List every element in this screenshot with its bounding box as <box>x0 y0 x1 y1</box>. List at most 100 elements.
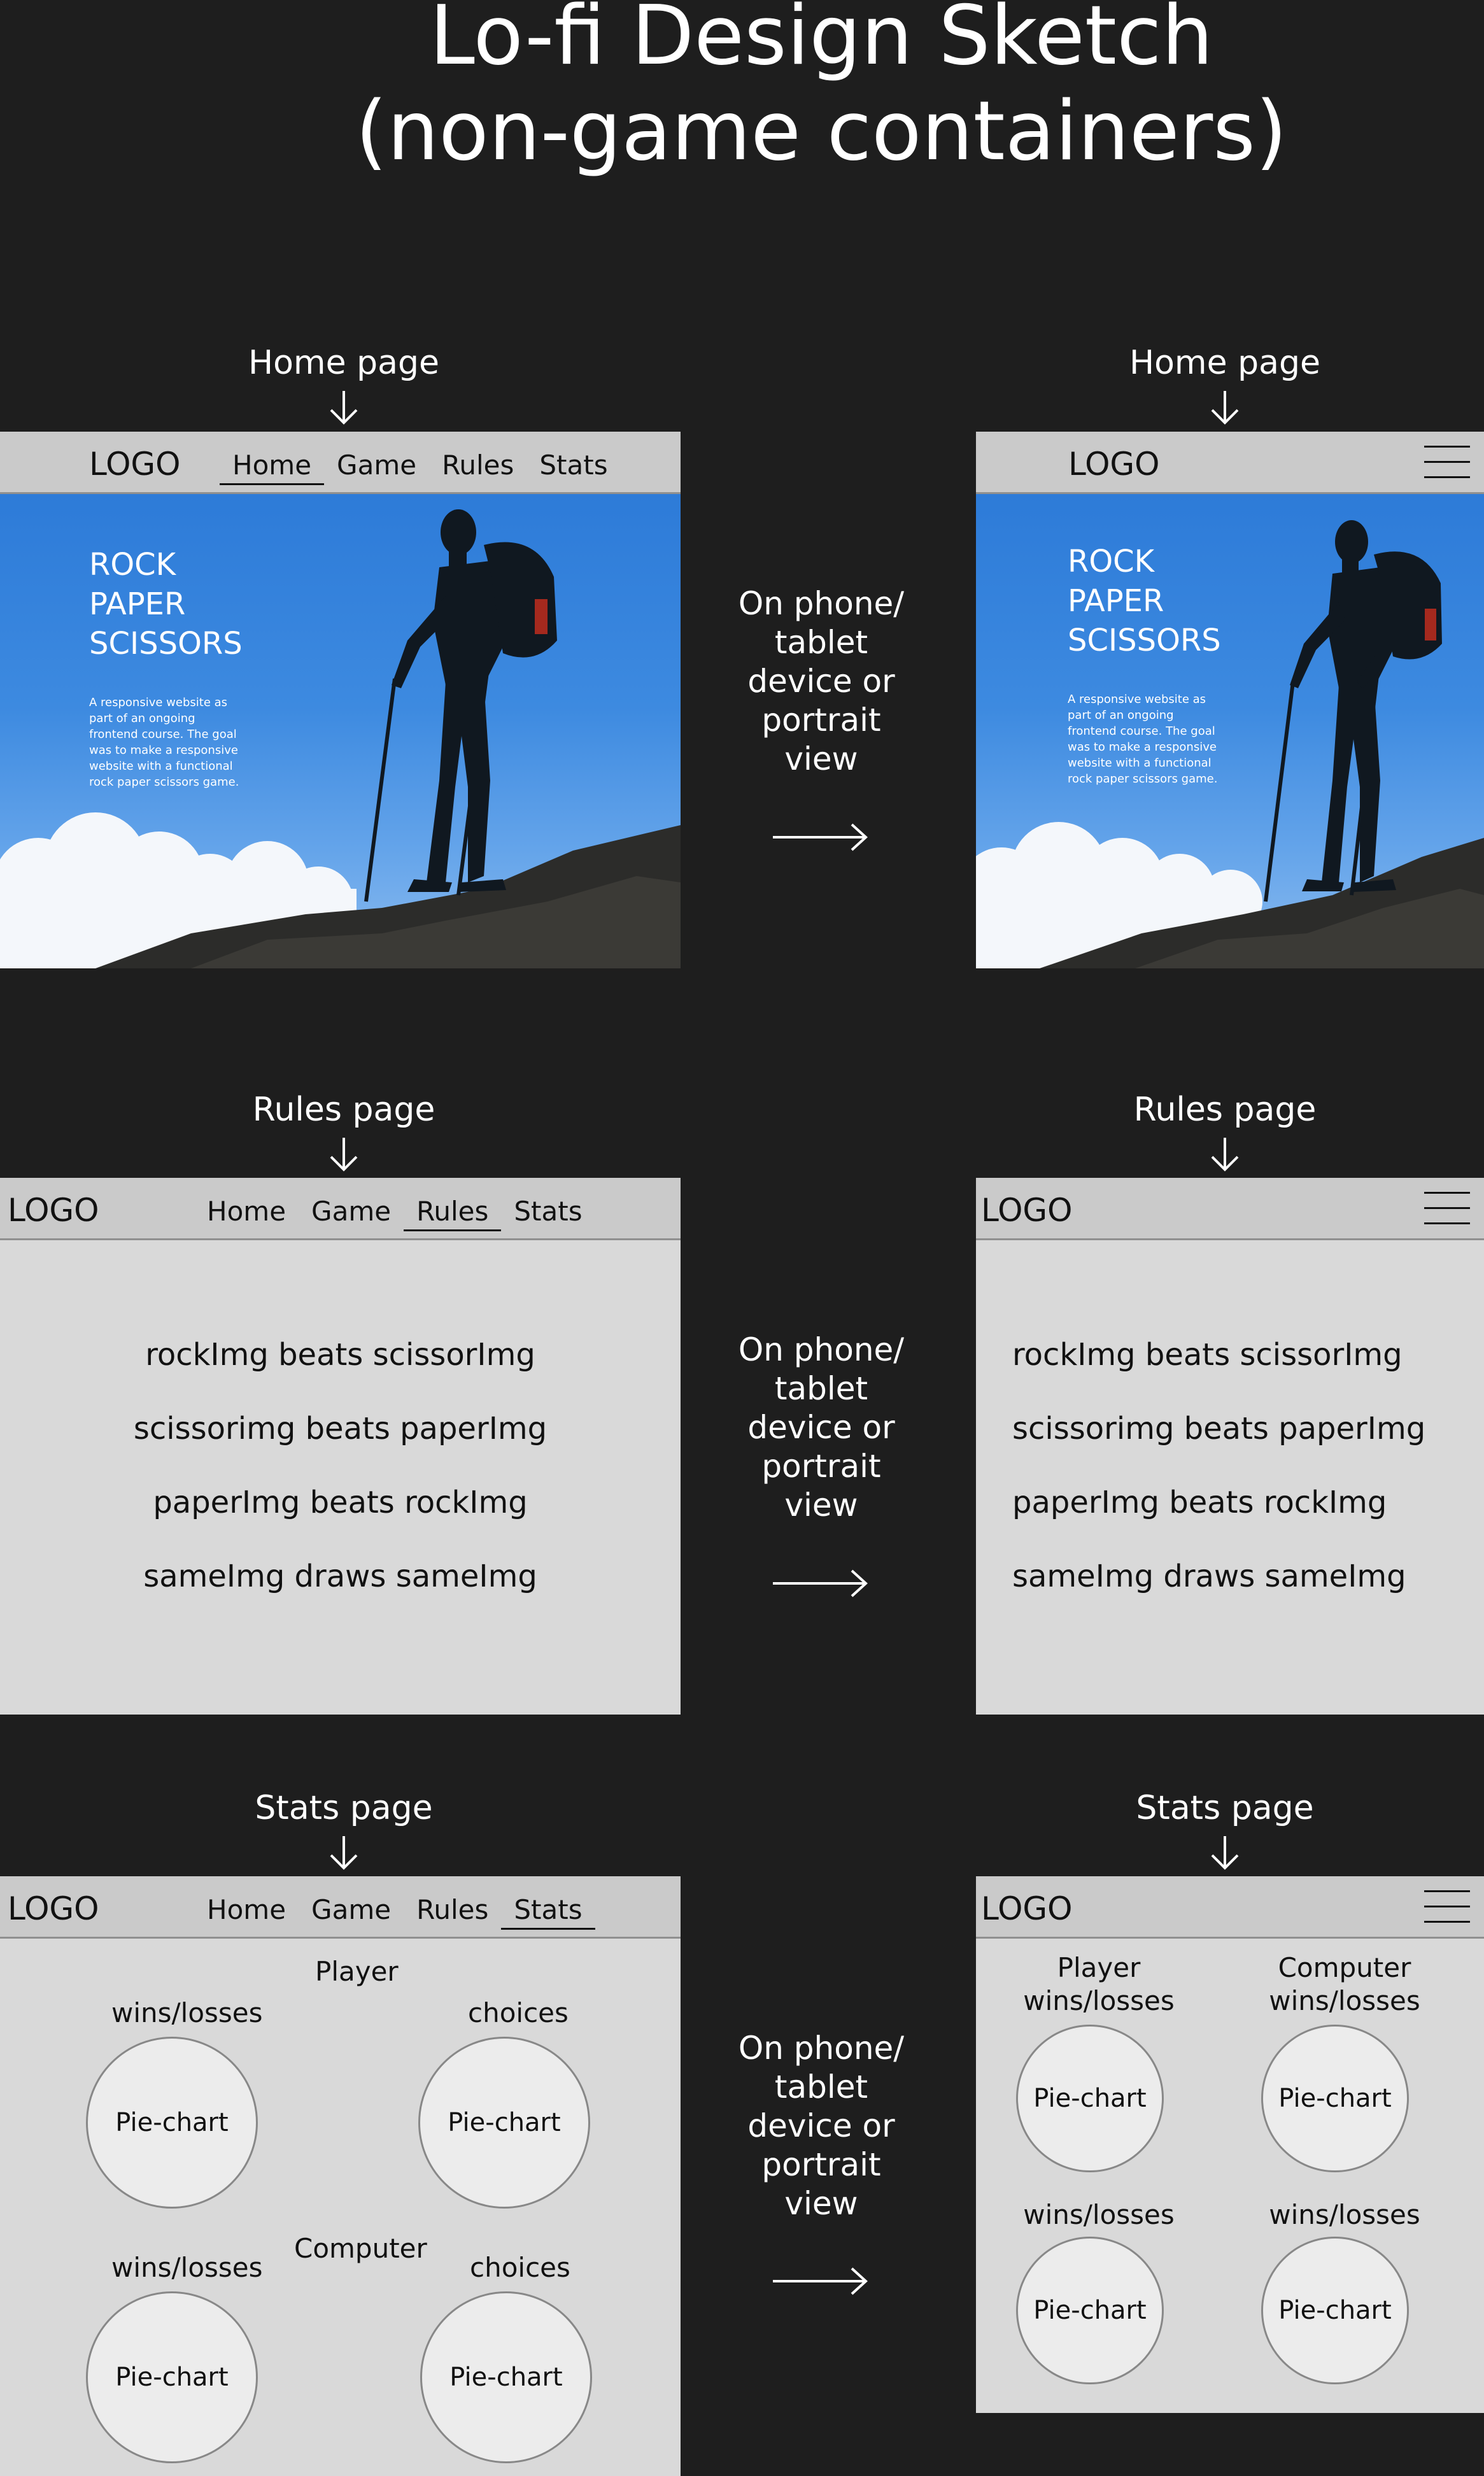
transition-text: On phone/ tablet device or portrait view <box>726 584 917 779</box>
computer-wins-losses-label: Computer wins/losses <box>1222 1951 1467 2018</box>
rule-item: sameImg draws sameImg <box>143 1559 537 1594</box>
label-line: Computer <box>1278 1952 1411 1983</box>
desktop-home-frame: LOGO Home Game Rules Stats ROCK PAPER SC… <box>0 432 681 968</box>
pie-chart: Pie-chart <box>418 2037 590 2209</box>
hero-title-line: ROCK <box>1068 544 1155 579</box>
hero-title-line: SCISSORS <box>89 626 243 661</box>
hero-title: ROCK PAPER SCISSORS <box>89 545 243 663</box>
nav-stats[interactable]: Stats <box>501 1894 595 1930</box>
rule-item: rockImg beats scissorImg <box>1012 1337 1403 1373</box>
home-page-label: Home page <box>248 344 439 382</box>
navbar: LOGO Home Game Rules Stats <box>0 1178 681 1240</box>
hero-title-line: PAPER <box>1068 583 1164 619</box>
mobile-home-frame: LOGO ROCK PAPER SCISSORS A responsive we… <box>976 432 1484 968</box>
pie-chart: Pie-chart <box>1261 2237 1409 2384</box>
hero-image: ROCK PAPER SCISSORS A responsive website… <box>0 494 681 968</box>
computer-heading: Computer <box>294 2233 427 2264</box>
down-arrow-icon <box>330 1138 358 1171</box>
nav-rules[interactable]: Rules <box>429 449 526 485</box>
down-arrow-icon <box>1211 391 1239 425</box>
label-line: wins/losses <box>1269 1985 1420 2016</box>
nav-home[interactable]: Home <box>220 449 325 485</box>
transition-line: On phone/ <box>738 1331 905 1368</box>
nav-links: Home Game Rules Stats <box>194 1196 595 1231</box>
hero-title-line: ROCK <box>89 547 176 583</box>
transition-line: On phone/ <box>738 2030 905 2067</box>
hero-description-line: frontend course. The goal <box>1068 725 1215 738</box>
hamburger-menu-icon[interactable] <box>1424 446 1470 479</box>
nav-home[interactable]: Home <box>194 1196 299 1231</box>
rule-item: scissorimg beats paperImg <box>1012 1411 1426 1447</box>
home-page-label-mobile: Home page <box>1129 344 1320 382</box>
rule-item: scissorimg beats paperImg <box>133 1411 548 1447</box>
logo[interactable]: LOGO <box>981 1192 1073 1229</box>
hero-title: ROCK PAPER SCISSORS <box>1068 542 1221 660</box>
pie-chart: Pie-chart <box>86 2037 258 2209</box>
hero-description-line: A responsive website as <box>89 696 228 709</box>
transition-text: On phone/ tablet device or portrait view <box>726 1331 917 1525</box>
transition-line: view <box>784 2185 858 2222</box>
transition-text: On phone/ tablet device or portrait view <box>726 2029 917 2223</box>
down-arrow-icon <box>1211 1836 1239 1870</box>
nav-rules[interactable]: Rules <box>404 1196 502 1231</box>
nav-links: Home Game Rules Stats <box>220 449 621 485</box>
transition-line: portrait <box>761 2146 881 2183</box>
hamburger-menu-icon[interactable] <box>1424 1890 1470 1923</box>
logo[interactable]: LOGO <box>89 446 181 483</box>
stats-page-label-mobile: Stats page <box>1136 1789 1314 1827</box>
rule-item: sameImg draws sameImg <box>1012 1559 1406 1594</box>
down-arrow-icon <box>330 1836 358 1870</box>
nav-rules[interactable]: Rules <box>404 1894 501 1930</box>
nav-stats[interactable]: Stats <box>526 449 620 485</box>
desktop-stats-frame: LOGO Home Game Rules Stats Player wins/l… <box>0 1876 681 2476</box>
pie-chart: Pie-chart <box>1261 2025 1409 2172</box>
player-wins-losses-label: Player wins/losses <box>976 1951 1222 2018</box>
nav-game[interactable]: Game <box>299 1894 404 1930</box>
navbar: LOGO Home Game Rules Stats <box>0 432 681 494</box>
transition-line: tablet <box>774 624 868 661</box>
hero-description: A responsive website as part of an ongoi… <box>1068 691 1240 787</box>
nav-game[interactable]: Game <box>299 1196 404 1231</box>
transition-line: view <box>784 740 858 777</box>
nav-stats[interactable]: Stats <box>501 1196 595 1231</box>
navbar: LOGO <box>976 1178 1484 1240</box>
nav-home[interactable]: Home <box>194 1894 299 1930</box>
right-arrow-icon <box>773 2267 868 2295</box>
pie-chart: Pie-chart <box>86 2291 258 2463</box>
player-choices-label: choices <box>468 1997 569 2028</box>
transition-line: On phone/ <box>738 585 905 622</box>
computer-wins-losses-label: wins/losses <box>111 2252 263 2283</box>
hero-description-line: A responsive website as <box>1068 693 1206 706</box>
transition-line: portrait <box>761 702 881 739</box>
logo[interactable]: LOGO <box>1068 446 1160 483</box>
rule-item: rockImg beats scissorImg <box>145 1337 535 1373</box>
computer-choices-label: wins/losses <box>1269 2199 1420 2230</box>
hero-description-line: part of an ongoing <box>1068 709 1174 722</box>
stats-page-label: Stats page <box>255 1789 433 1827</box>
hero-description-line: was to make a responsive <box>1068 740 1217 754</box>
transition-line: view <box>784 1487 858 1524</box>
logo[interactable]: LOGO <box>981 1890 1073 1927</box>
hero-description-line: website with a functional <box>1068 756 1212 770</box>
transition-line: portrait <box>761 1448 881 1485</box>
navbar: LOGO <box>976 432 1484 494</box>
rule-item: paperImg beats rockImg <box>153 1485 528 1520</box>
logo[interactable]: LOGO <box>8 1890 99 1927</box>
rule-item: paperImg beats rockImg <box>1012 1485 1387 1520</box>
hero-description-line: frontend course. The goal <box>89 728 237 741</box>
logo[interactable]: LOGO <box>8 1192 99 1229</box>
nav-links: Home Game Rules Stats <box>194 1894 595 1930</box>
transition-line: device or <box>747 2107 895 2144</box>
label-line: wins/losses <box>1023 1985 1175 2016</box>
player-choices-label: wins/losses <box>1023 2199 1175 2230</box>
title-line-2: (non-game containers) <box>355 84 1287 179</box>
hamburger-menu-icon[interactable] <box>1424 1192 1470 1225</box>
hero-description-line: part of an ongoing <box>89 712 195 725</box>
label-line: Player <box>1057 1952 1141 1983</box>
pie-chart: Pie-chart <box>420 2291 592 2463</box>
navbar: LOGO <box>976 1876 1484 1939</box>
title-line-1: Lo-fi Design Sketch <box>429 0 1213 83</box>
nav-game[interactable]: Game <box>324 449 429 485</box>
hero-title-line: PAPER <box>89 586 186 622</box>
hero-description-line: website with a functional <box>89 760 233 773</box>
